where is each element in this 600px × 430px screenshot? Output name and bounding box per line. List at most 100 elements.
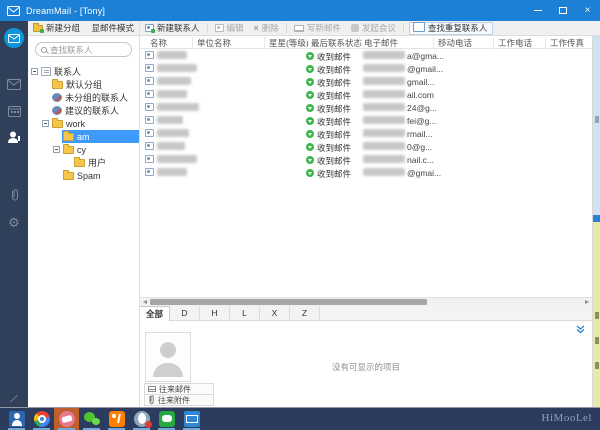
delete-button[interactable]: × 删除: [249, 21, 284, 36]
horizontal-scrollbar[interactable]: [140, 297, 592, 306]
search-placeholder: 查找联系人: [50, 44, 93, 56]
tree-expander-icon[interactable]: [53, 146, 60, 153]
contacts-sidebar: 查找联系人 联系人默认分组未分组的联系人建议的联系人workamcy用户 Spam: [28, 36, 140, 407]
scroll-right-arrow[interactable]: [585, 300, 589, 304]
taskbar-wechat-app-icon[interactable]: [79, 408, 104, 430]
attachment-history-button[interactable]: 往来附件: [144, 394, 214, 406]
tree-item-未分组的联系人[interactable]: 未分组的联系人: [28, 91, 139, 104]
table-row[interactable]: 收到邮件fei@g...: [140, 114, 592, 127]
dock-tab-yellow[interactable]: [593, 222, 600, 407]
contact-card-icon: [145, 116, 154, 124]
tree-expander-icon[interactable]: [31, 68, 38, 75]
tree-item-默认分组[interactable]: 默认分组: [28, 78, 139, 91]
table-row[interactable]: 收到邮件nail.c...: [140, 153, 592, 166]
taskbar-chat-app-icon[interactable]: [154, 408, 179, 430]
maximize-button[interactable]: [550, 0, 575, 21]
new-contact-button[interactable]: 新建联系人: [140, 21, 205, 36]
column-header-4[interactable]: 电子邮件: [359, 37, 398, 49]
folder-icon: [63, 146, 74, 154]
tree-spacer: [42, 81, 49, 88]
taskbar-browser-app-icon[interactable]: [29, 408, 54, 430]
taskbar-person-app-icon[interactable]: [4, 408, 29, 430]
redacted-email: [363, 116, 405, 124]
redacted-email: [363, 51, 405, 59]
empty-state-text: 没有可显示的项目: [140, 361, 592, 373]
dock-tab-blue[interactable]: [593, 36, 600, 216]
filter-tab-X[interactable]: X: [260, 306, 290, 321]
tree-item-label: Spam: [77, 171, 101, 181]
table-row[interactable]: 收到邮件 rmail...: [140, 127, 592, 140]
toolbar: 新建分组 显邮件模式 新建联系人 编辑: [28, 21, 600, 36]
attachment-nav-icon[interactable]: [0, 189, 28, 202]
right-dock-strip: [592, 36, 600, 407]
taskbar-taobao-app-icon[interactable]: [104, 408, 129, 430]
start-meeting-button[interactable]: 发起会议: [346, 21, 401, 36]
column-header-5[interactable]: 移动电话: [433, 37, 472, 49]
tree-spacer: [53, 133, 60, 140]
table-row[interactable]: 收到邮件@gmail...: [140, 62, 592, 75]
folder-icon: [63, 133, 74, 141]
tree-item-联系人[interactable]: 联系人: [28, 65, 139, 78]
edit-button[interactable]: 编辑: [210, 21, 249, 36]
mail-nav-icon[interactable]: [0, 79, 28, 90]
dock-scroll-marker[interactable]: [593, 215, 600, 222]
filter-tab-D[interactable]: D: [170, 306, 200, 321]
filter-tab-L[interactable]: L: [230, 306, 260, 321]
column-header-6[interactable]: 工作电话: [493, 37, 532, 49]
screen: DreamMail - [Tony] ×: [0, 0, 600, 430]
status-label: 收到邮件: [317, 51, 351, 63]
contact-rows: 收到邮件a@gma...收到邮件@gmail...收到邮件gmail...收到邮…: [140, 49, 592, 297]
table-row[interactable]: 收到邮件@gmai...: [140, 166, 592, 179]
write-mail-icon: [294, 25, 304, 32]
calendar-nav-icon[interactable]: [0, 105, 28, 117]
expand-double-chevron-icon[interactable]: [576, 325, 585, 334]
tree-item-Spam[interactable]: Spam: [28, 169, 139, 182]
table-row[interactable]: 收到邮件0@g...: [140, 140, 592, 153]
table-row[interactable]: 收到邮件24@g...: [140, 101, 592, 114]
redacted-name: [157, 77, 191, 85]
received-mail-status-icon: [306, 117, 314, 125]
new-group-button[interactable]: 新建分组: [28, 21, 85, 36]
tree-expander-icon[interactable]: [42, 120, 49, 127]
letter-filter-tabs: 全部DHLXZ: [140, 306, 592, 321]
avatar: [145, 332, 191, 382]
taskbar-dreammail-app-icon[interactable]: [179, 408, 204, 430]
filter-tab-全部[interactable]: 全部: [140, 306, 170, 321]
taskbar-qq-app-icon[interactable]: [129, 408, 154, 430]
table-row[interactable]: 收到邮件a@gma...: [140, 49, 592, 62]
contacts-nav-icon[interactable]: [0, 131, 28, 144]
table-row[interactable]: 收到邮件ail.com: [140, 88, 592, 101]
redacted-name: [157, 168, 187, 176]
tree-spacer: [53, 172, 60, 179]
dreammail-logo-icon[interactable]: [0, 28, 28, 48]
column-header-1[interactable]: 单位名称: [192, 37, 231, 49]
minimize-button[interactable]: [525, 0, 550, 21]
tree-item-label: 未分组的联系人: [65, 91, 128, 104]
find-duplicates-button[interactable]: 查找重复联系人: [409, 22, 494, 35]
scroll-left-arrow[interactable]: [143, 300, 147, 304]
table-row[interactable]: 收到邮件gmail...: [140, 75, 592, 88]
filter-tab-Z[interactable]: Z: [290, 306, 320, 321]
column-header-0[interactable]: 名称: [146, 37, 167, 49]
scrollbar-thumb[interactable]: [150, 299, 427, 305]
close-button[interactable]: ×: [575, 0, 600, 21]
tree-item-建议的联系人[interactable]: 建议的联系人: [28, 104, 139, 117]
status-label: 收到邮件: [317, 129, 351, 141]
received-mail-status-icon: [306, 169, 314, 177]
folder-icon: [52, 81, 63, 89]
column-header-3[interactable]: 最后联系状态: [306, 37, 362, 49]
tree-item-am[interactable]: am: [28, 130, 139, 143]
email-tail: rmail...: [407, 129, 433, 139]
write-mail-button[interactable]: 写新邮件: [289, 21, 346, 36]
column-header-2[interactable]: 星星(等级): [264, 37, 309, 49]
tree-item-cy[interactable]: cy: [28, 143, 139, 156]
filter-tab-H[interactable]: H: [200, 306, 230, 321]
tree-item-work[interactable]: work: [28, 117, 139, 130]
received-mail-status-icon: [306, 130, 314, 138]
column-header-7[interactable]: 工作传真: [545, 37, 584, 49]
search-input[interactable]: 查找联系人: [35, 42, 132, 57]
taskbar-card-app-icon[interactable]: [54, 408, 79, 430]
settings-gear-icon[interactable]: ⚙: [0, 217, 28, 230]
tree-item-用户[interactable]: 用户: [28, 156, 139, 169]
mail-mode-button[interactable]: 显邮件模式: [86, 21, 139, 36]
